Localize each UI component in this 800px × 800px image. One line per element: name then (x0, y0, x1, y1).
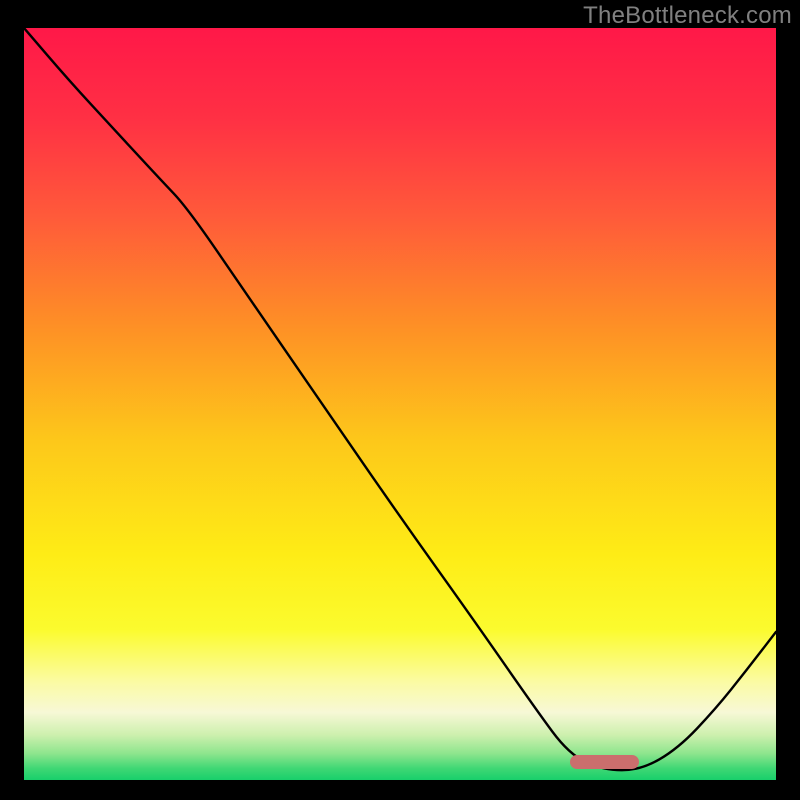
bottleneck-curve (24, 28, 776, 780)
chart-container: TheBottleneck.com (0, 0, 800, 800)
watermark-text: TheBottleneck.com (583, 2, 792, 30)
curve-path (24, 28, 776, 770)
optimal-range-marker (570, 755, 639, 769)
